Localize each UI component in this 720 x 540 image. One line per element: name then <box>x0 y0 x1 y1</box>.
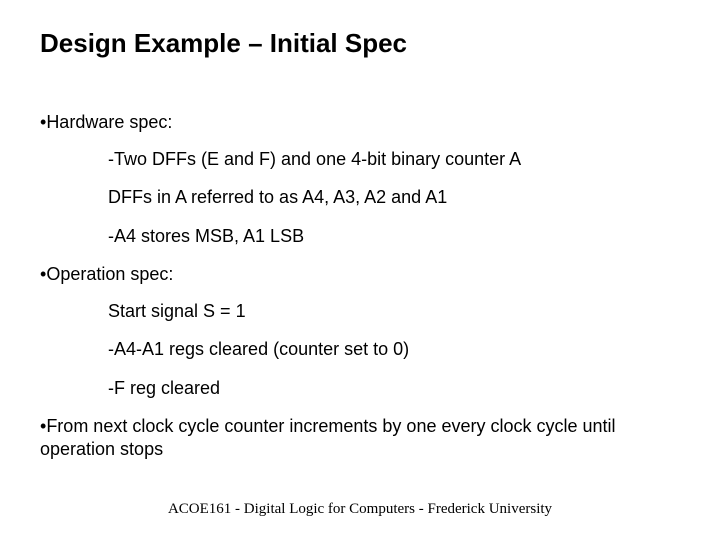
text-a4-msb: -A4 stores MSB, A1 LSB <box>108 225 680 248</box>
slide: Design Example – Initial Spec •Hardware … <box>0 0 720 540</box>
slide-title: Design Example – Initial Spec <box>40 28 680 59</box>
slide-body: •Hardware spec: -Two DFFs (E and F) and … <box>40 111 680 460</box>
text-dffs-in-a: DFFs in A referred to as A4, A3, A2 and … <box>108 186 680 209</box>
text-start-signal: Start signal S = 1 <box>108 300 680 323</box>
bullet-hardware-spec: •Hardware spec: <box>40 111 680 134</box>
bullet-operation-spec: •Operation spec: <box>40 263 680 286</box>
text-regs-cleared: -A4-A1 regs cleared (counter set to 0) <box>108 338 680 361</box>
text-next-clock: From next clock cycle counter increments… <box>40 416 616 459</box>
text-two-dffs: -Two DFFs (E and F) and one 4-bit binary… <box>108 148 680 171</box>
slide-footer: ACOE161 - Digital Logic for Computers - … <box>0 501 720 518</box>
bullet-next-clock: •From next clock cycle counter increment… <box>40 415 680 460</box>
text-operation-spec: Operation spec: <box>46 264 173 284</box>
text-f-cleared: -F reg cleared <box>108 377 680 400</box>
text-hardware-spec: Hardware spec: <box>46 112 172 132</box>
